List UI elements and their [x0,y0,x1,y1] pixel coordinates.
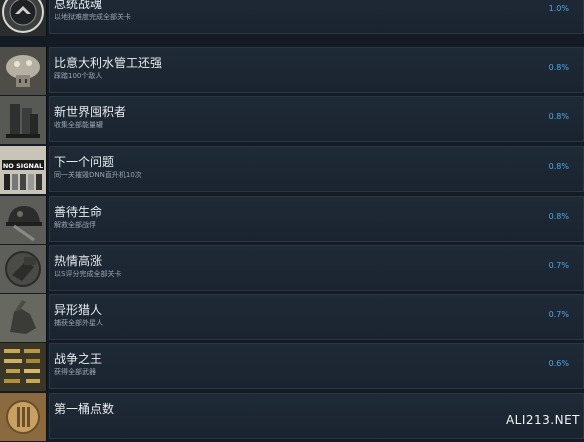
unlock-percent: 0.7% [548,261,569,270]
helmet-icon [0,196,47,244]
achievement-desc: 以S评分完成全部关卡 [54,270,122,278]
achievement-list: 总统战魂 以地狱难度完成全部关卡 1.0% 比意大利水管工还强 踩踏100个敌人… [0,0,584,442]
achievement-panel: 善待生命 解救全部战俘 0.8% [49,196,584,242]
achievement-title: 异形猎人 [54,303,103,317]
unlock-percent: 0.6% [548,359,569,368]
achievement-desc: 踩踏100个敌人 [54,72,103,80]
fist-icon [0,245,47,293]
achievement-panel: 战争之王 获得全部武器 0.6% [49,343,584,389]
achievement-panel: 比意大利水管工还强 踩踏100个敌人 0.8% [49,47,584,93]
achievement-desc: 以地狱难度完成全部关卡 [54,13,131,21]
achievement-title: 总统战魂 [54,0,103,11]
achievement-panel: 热情高涨 以S评分完成全部关卡 0.7% [49,245,584,291]
achievement-title: 第一桶点数 [54,402,115,416]
unlock-percent: 0.8% [548,63,569,72]
achievement-title: 比意大利水管工还强 [54,56,163,70]
no-signal-icon: NO SIGNAL [0,146,47,194]
canisters-icon [0,96,47,144]
unlock-percent: 1.0% [548,4,569,13]
achievement-desc: 同一关摧毁DNN直升机10次 [54,171,142,179]
svg-text:NO SIGNAL: NO SIGNAL [3,162,43,170]
achievement-row[interactable]: 异形猎人 捕获全部外星人 0.7% [0,294,584,344]
achievement-row[interactable]: 热情高涨 以S评分完成全部关卡 0.7% [0,245,584,295]
achievement-row[interactable]: 新世界囤积者 收集全部能量罐 0.8% [0,96,584,146]
achievement-panel: 下一个问题 同一关摧毁DNN直升机10次 0.8% [49,146,584,192]
achievement-title: 善待生命 [54,205,103,219]
achievement-desc: 捕获全部外星人 [54,319,103,327]
achievement-row[interactable]: 比意大利水管工还强 踩踏100个敌人 0.8% [0,47,584,97]
achievement-panel: 新世界囤积者 收集全部能量罐 0.8% [49,96,584,142]
site-watermark: ALI213.NET [505,413,580,427]
unlock-percent: 0.8% [548,112,569,121]
medal-icon [0,393,47,441]
unlock-percent: 0.7% [548,310,569,319]
weapons-rack-icon [0,343,47,391]
achievement-title: 新世界囤积者 [54,105,127,119]
achievement-title: 热情高涨 [54,254,103,268]
president-seal-icon [0,0,47,36]
achievement-panel: 第一桶点数 [49,393,584,439]
achievement-row[interactable]: 总统战魂 以地狱难度完成全部关卡 1.0% [0,0,584,38]
alien-hand-icon [0,294,47,342]
mushroom-icon [0,47,47,95]
achievement-row[interactable]: 善待生命 解救全部战俘 0.8% [0,196,584,246]
achievement-title: 战争之王 [54,352,103,366]
unlock-percent: 0.8% [548,212,569,221]
achievement-desc: 获得全部武器 [54,368,96,376]
achievement-desc: 解救全部战俘 [54,221,96,229]
achievement-panel: 异形猎人 捕获全部外星人 0.7% [49,294,584,340]
achievement-row[interactable]: NO SIGNAL 下一个问题 同一关摧毁DNN直升机10次 0.8% [0,146,584,196]
achievement-row[interactable]: 战争之王 获得全部武器 0.6% [0,343,584,393]
unlock-percent: 0.8% [548,162,569,171]
achievement-panel: 总统战魂 以地狱难度完成全部关卡 1.0% [49,0,584,34]
achievement-desc: 收集全部能量罐 [54,121,103,129]
achievement-title: 下一个问题 [54,155,115,169]
